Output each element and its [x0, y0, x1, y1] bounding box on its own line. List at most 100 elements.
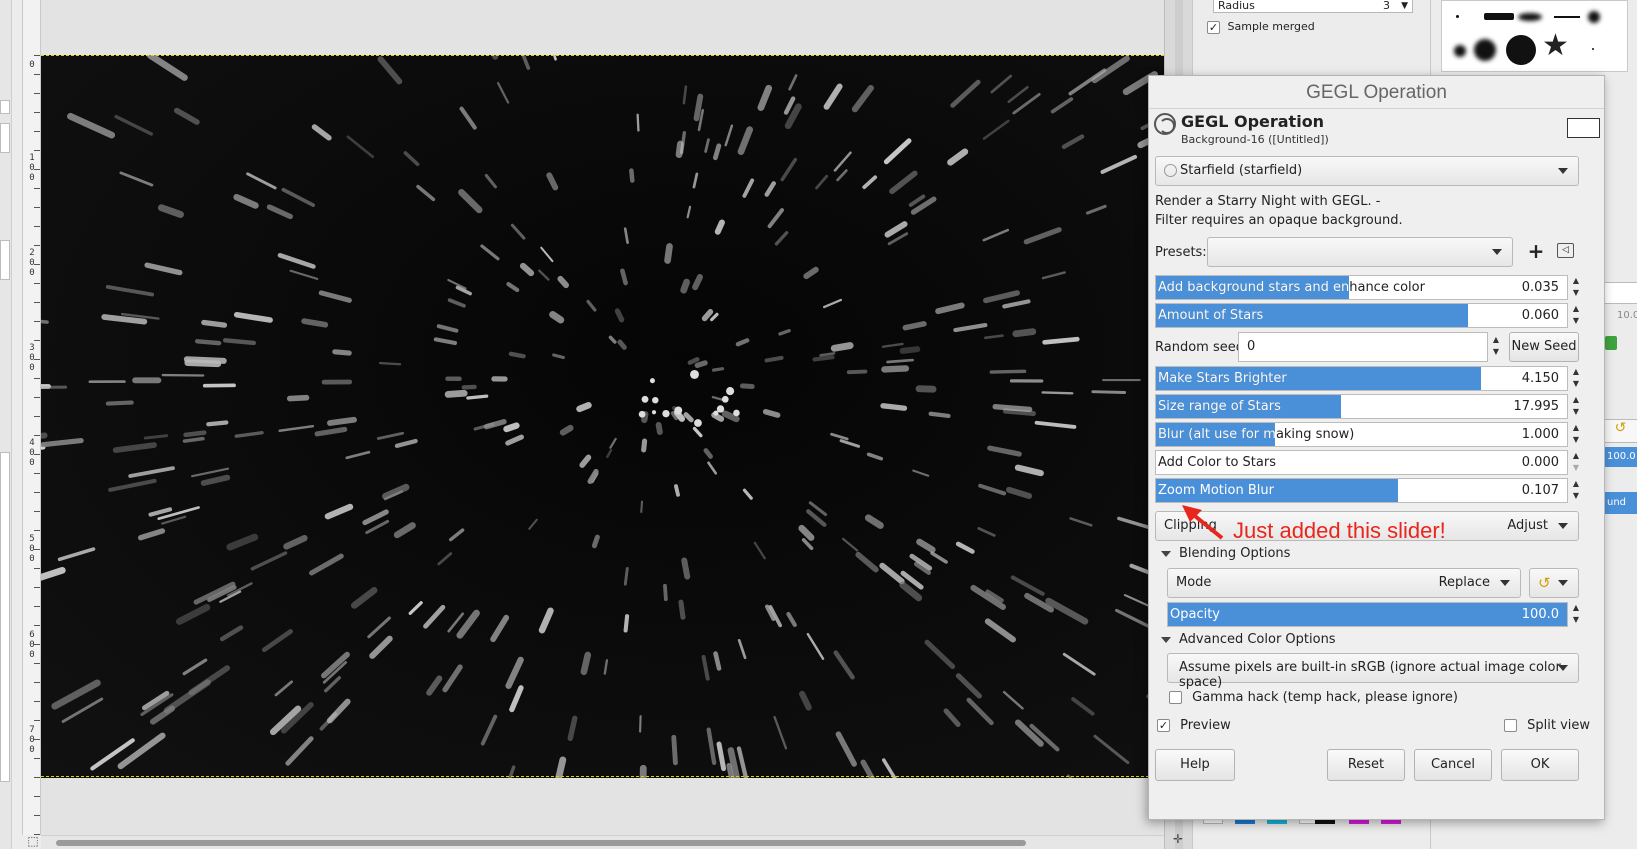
- star-dot: [649, 378, 655, 384]
- spin-buttons[interactable]: ▲ ▼: [1490, 334, 1502, 359]
- star-streak: [182, 436, 205, 443]
- help-button[interactable]: Help: [1155, 749, 1235, 781]
- spin-buttons[interactable]: ▲ ▼: [1570, 394, 1582, 419]
- brush-thumb[interactable]: [1588, 11, 1600, 23]
- color-space-select[interactable]: Assume pixels are built-in sRGB (ignore …: [1167, 653, 1579, 690]
- toolbox-handle[interactable]: [0, 240, 10, 280]
- drawable-preview: [1567, 118, 1600, 138]
- layer-row-selected[interactable]: und: [1603, 492, 1637, 514]
- ok-button[interactable]: OK: [1501, 749, 1579, 781]
- brush-thumb[interactable]: [1484, 13, 1514, 20]
- preview-row[interactable]: ✓ Preview: [1157, 718, 1231, 733]
- composite-mode-select[interactable]: ↺: [1529, 568, 1579, 598]
- spin-buttons[interactable]: ▲ ▼: [1570, 602, 1582, 627]
- sample-merged-checkbox[interactable]: ✓: [1207, 20, 1220, 34]
- star-streak: [112, 442, 157, 453]
- slider-value[interactable]: 17.995: [1514, 399, 1560, 414]
- slider-value[interactable]: 4.150: [1522, 371, 1559, 386]
- opacity-value[interactable]: 100.0: [1522, 607, 1559, 622]
- gamma-hack-row[interactable]: Gamma hack (temp hack, please ignore): [1169, 690, 1458, 705]
- brush-thumb[interactable]: [1506, 35, 1536, 65]
- dialog-titlebar[interactable]: GEGL Operation: [1149, 76, 1604, 109]
- quick-mask-icon[interactable]: ⬚: [26, 834, 40, 848]
- star-brush-icon[interactable]: ★: [1542, 31, 1569, 61]
- split-view-row[interactable]: Split view: [1504, 718, 1590, 733]
- slider-add-background-stars[interactable]: Add background stars and enhance color A…: [1155, 275, 1568, 300]
- star-streak: [899, 581, 923, 602]
- slider-blur[interactable]: Blur (alt use for making snow) Blur (alt…: [1155, 422, 1568, 447]
- brush-thumb[interactable]: [1592, 48, 1594, 50]
- link-icon[interactable]: [1605, 336, 1617, 350]
- spin-buttons[interactable]: ▲ ▼: [1570, 422, 1582, 447]
- opacity-slider[interactable]: Opacity 100.0: [1167, 602, 1568, 627]
- split-view-checkbox[interactable]: [1504, 719, 1517, 732]
- sample-merged-row[interactable]: ✓ Sample merged: [1207, 20, 1315, 34]
- blending-options-expander[interactable]: Blending Options: [1161, 546, 1290, 561]
- toolbox-handle[interactable]: [0, 100, 10, 114]
- spin-buttons[interactable]: ▲ ▼: [1570, 478, 1582, 503]
- star-streak: [442, 664, 463, 693]
- star-streak: [327, 416, 357, 426]
- star-streak: [678, 599, 686, 620]
- slider-add-color-to-stars[interactable]: Add Color to Stars 0.000: [1155, 450, 1568, 475]
- star-streak: [757, 84, 773, 111]
- slider-make-stars-brighter[interactable]: Make Stars Brighter Make Stars Brighter …: [1155, 366, 1568, 391]
- brush-thumb[interactable]: [1518, 13, 1542, 21]
- star-streak: [377, 56, 403, 85]
- star-streak: [466, 394, 489, 400]
- slider-size-range-of-stars[interactable]: Size range of Stars Size range of Stars …: [1155, 394, 1568, 419]
- brush-thumb[interactable]: [1554, 16, 1580, 18]
- brush-thumb[interactable]: [1456, 15, 1459, 18]
- star-streak: [277, 252, 316, 269]
- slider-value[interactable]: 0.060: [1522, 308, 1559, 323]
- navigate-icon[interactable]: ✛: [1171, 832, 1185, 846]
- preview-checkbox[interactable]: ✓: [1157, 719, 1170, 732]
- spin-buttons[interactable]: ▲ ▼: [1570, 450, 1582, 475]
- toolbox-handle[interactable]: [0, 123, 10, 153]
- cancel-button[interactable]: Cancel: [1414, 749, 1492, 781]
- brush-thumb[interactable]: [1454, 45, 1466, 57]
- ruler-tick-label: 4 0 0: [29, 438, 35, 468]
- star-streak: [711, 367, 725, 372]
- slider-value[interactable]: 0.000: [1522, 455, 1559, 470]
- spin-buttons[interactable]: ▲ ▼: [1570, 275, 1582, 300]
- horizontal-scrollbar[interactable]: [41, 835, 1164, 849]
- new-seed-button[interactable]: New Seed: [1509, 332, 1579, 362]
- reset-button[interactable]: Reset: [1327, 749, 1405, 781]
- star-streak: [552, 55, 557, 61]
- presets-select[interactable]: [1207, 237, 1513, 267]
- slider-fill: [1168, 603, 1567, 626]
- brushes-grid[interactable]: ★: [1441, 0, 1628, 72]
- random-seed-input[interactable]: 0: [1238, 332, 1488, 362]
- mode-value: Replace: [1438, 575, 1490, 590]
- star-streak: [1100, 154, 1138, 174]
- spin-buttons[interactable]: ▲ ▼: [1570, 366, 1582, 391]
- radius-field[interactable]: Radius 3 ▼: [1213, 0, 1413, 13]
- star-streak: [692, 426, 703, 438]
- brush-thumb[interactable]: [1474, 39, 1496, 61]
- scrollbar-thumb[interactable]: [56, 840, 1026, 846]
- star-streak: [606, 448, 613, 458]
- star-streak: [608, 335, 617, 344]
- vertical-ruler[interactable]: 01 0 02 0 03 0 04 0 05 0 06 0 07 0 0: [22, 0, 41, 835]
- advanced-color-expander[interactable]: Advanced Color Options: [1161, 632, 1336, 647]
- slider-value[interactable]: 0.035: [1522, 280, 1559, 295]
- plus-icon[interactable]: +: [1525, 238, 1547, 264]
- chevron-down-icon[interactable]: ▼: [1401, 1, 1408, 12]
- star-streak: [137, 528, 166, 541]
- star-streak: [803, 266, 819, 280]
- mode-select[interactable]: Mode Replace: [1167, 568, 1521, 598]
- slider-amount-of-stars[interactable]: Amount of Stars Amount of Stars 0.060: [1155, 303, 1568, 328]
- slider-value[interactable]: 0.107: [1522, 483, 1559, 498]
- slider-value[interactable]: 1.000: [1522, 427, 1559, 442]
- spin-buttons[interactable]: ▲ ▼: [1570, 303, 1582, 328]
- star-streak: [332, 349, 352, 356]
- gamma-hack-checkbox[interactable]: [1169, 691, 1182, 704]
- operation-select[interactable]: Starfield (starfield): [1155, 156, 1579, 186]
- expander-triangle-icon: [1161, 550, 1171, 557]
- menu-icon[interactable]: ◁: [1557, 243, 1574, 258]
- reset-icon[interactable]: ↺: [1603, 419, 1637, 443]
- image-canvas[interactable]: [41, 55, 1164, 778]
- ruler-tick: [34, 530, 40, 531]
- dock-opacity[interactable]: 100.0: [1603, 447, 1637, 467]
